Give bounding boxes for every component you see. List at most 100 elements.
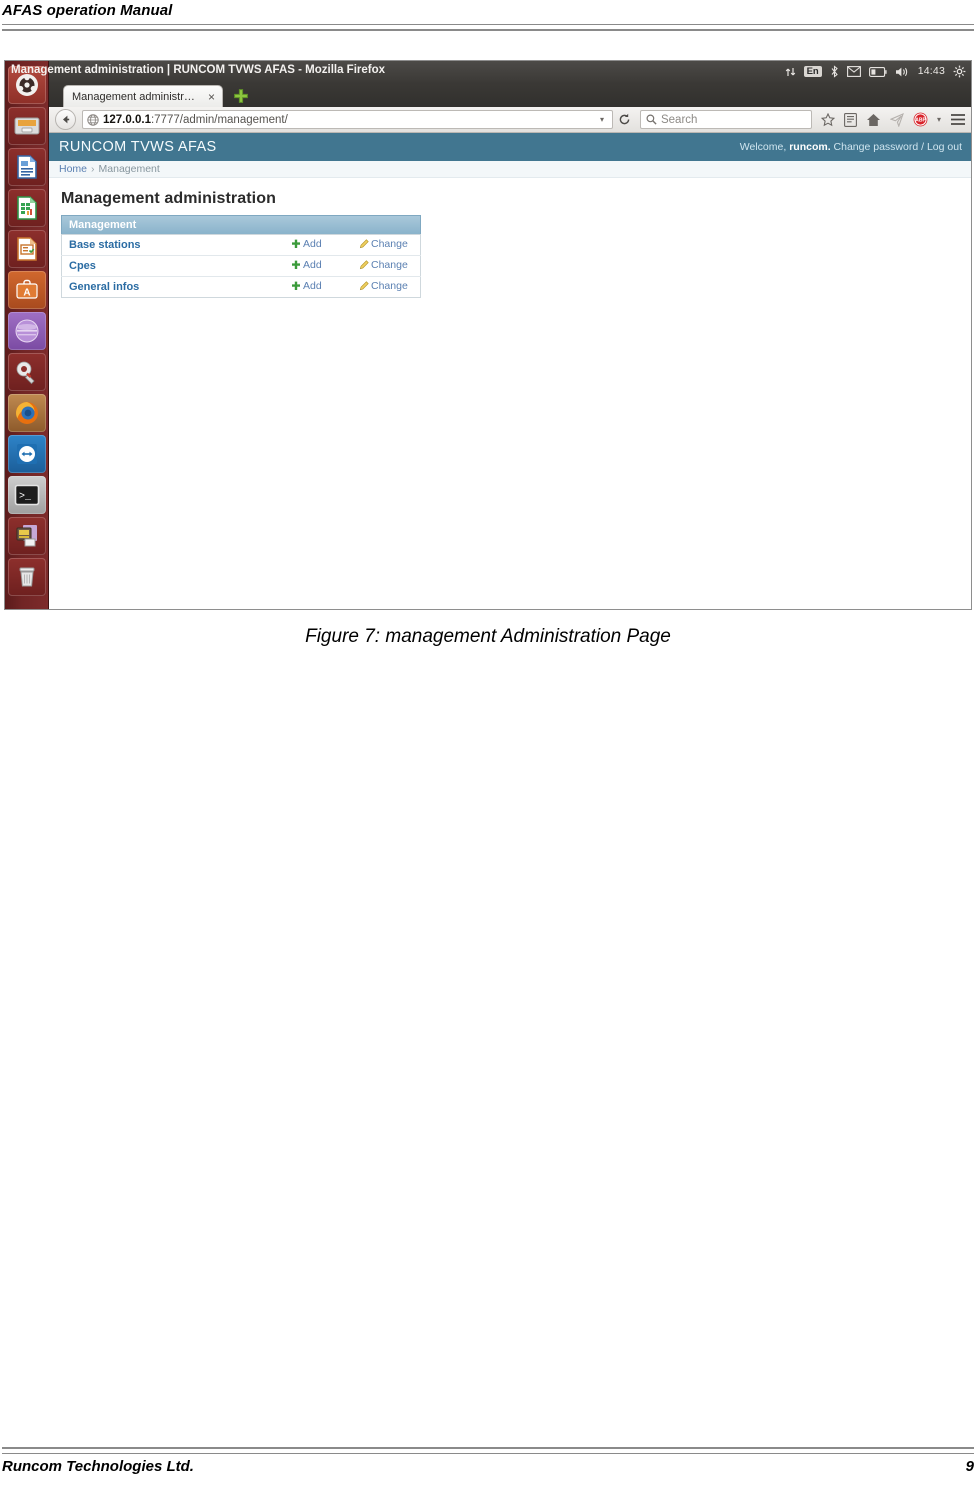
model-name-cell: Cpes <box>61 255 284 277</box>
launcher-item-eclipse[interactable] <box>8 312 46 350</box>
svg-text:>_: >_ <box>19 492 32 503</box>
add-cell: Add <box>284 276 352 298</box>
add-cell: Add <box>284 234 352 256</box>
model-link-general-infos[interactable]: General infos <box>69 281 139 293</box>
search-icon <box>646 114 657 125</box>
search-input[interactable]: Search <box>639 110 812 129</box>
star-icon[interactable] <box>820 112 835 127</box>
firefox-icon <box>14 400 40 426</box>
launcher-item-files[interactable] <box>8 107 46 145</box>
change-password-link[interactable]: Change password <box>834 141 919 153</box>
launcher-item-trash[interactable] <box>8 558 46 596</box>
change-label: Change <box>371 238 408 250</box>
svg-text:A: A <box>23 288 30 299</box>
user-tools-separator: / <box>921 141 925 153</box>
change-link-cpes[interactable]: Change <box>359 259 408 271</box>
menu-icon[interactable] <box>950 113 966 126</box>
firefox-window: Management administration | RUNCOM TVWS … <box>11 61 971 609</box>
reload-button[interactable] <box>613 113 636 126</box>
breadcrumb-home[interactable]: Home <box>59 163 87 175</box>
change-cell: Change <box>352 276 421 298</box>
library-icon[interactable] <box>844 112 857 127</box>
network-up-down-icon[interactable] <box>785 66 796 78</box>
libreoffice-writer-icon <box>14 154 40 180</box>
add-link-cpes[interactable]: Add <box>291 259 322 271</box>
footer-rule <box>2 1447 974 1454</box>
system-clock[interactable]: 14:43 <box>918 66 945 77</box>
bluetooth-icon[interactable] <box>830 65 839 78</box>
model-link-cpes[interactable]: Cpes <box>69 260 96 272</box>
launcher-item-terminal[interactable]: >_ <box>8 476 46 514</box>
eclipse-icon <box>14 318 40 344</box>
keyboard-layout-indicator[interactable]: En <box>803 65 822 78</box>
system-tray: En 14:43 <box>785 63 966 80</box>
model-link-base-stations[interactable]: Base stations <box>69 239 141 251</box>
app-table-caption[interactable]: Management <box>61 215 421 234</box>
send-icon[interactable] <box>889 112 904 127</box>
add-label: Add <box>303 280 322 292</box>
launcher-item-ubuntu-software[interactable]: A <box>8 271 46 309</box>
figure-caption: Figure 7: management Administration Page <box>305 626 671 647</box>
home-icon[interactable] <box>866 113 881 127</box>
ubuntu-software-icon: A <box>14 277 40 303</box>
address-bar[interactable]: 127.0.0.1:7777/admin/management/ ▾ <box>82 110 613 129</box>
change-link-base-stations[interactable]: Change <box>359 238 408 250</box>
table-row: Cpes Add Change <box>61 255 421 277</box>
model-name-cell: Base stations <box>61 234 284 256</box>
launcher-item-libreoffice-writer[interactable] <box>8 148 46 186</box>
pencil-icon <box>359 281 369 291</box>
change-label: Change <box>371 259 408 271</box>
launcher-item-firefox[interactable] <box>8 394 46 432</box>
change-label: Change <box>371 280 408 292</box>
footer-page-number: 9 <box>965 1458 974 1475</box>
change-link-general-infos[interactable]: Change <box>359 280 408 292</box>
breadcrumb-separator: › <box>91 163 95 175</box>
tab-close-icon[interactable]: × <box>205 91 218 103</box>
adblock-dropdown-icon[interactable]: ▾ <box>937 115 941 124</box>
gear-icon[interactable] <box>953 65 966 78</box>
window-titlebar: Management administration | RUNCOM TVWS … <box>11 61 971 82</box>
management-app-table: Management Base stations Add Change Cpes… <box>61 215 421 298</box>
browser-tab-active[interactable]: Management administr… × <box>63 85 223 107</box>
model-name-cell: General infos <box>61 276 284 298</box>
back-button[interactable] <box>55 109 76 130</box>
breadcrumb: Home › Management <box>49 161 971 178</box>
terminal-icon: >_ <box>14 484 40 506</box>
header-rule <box>2 24 974 31</box>
launcher-item-libreoffice-calc[interactable] <box>8 189 46 227</box>
document-footer: Runcom Technologies Ltd. 9 <box>2 1458 974 1482</box>
add-link-base-stations[interactable]: Add <box>291 238 322 250</box>
navigation-toolbar: 127.0.0.1:7777/admin/management/ ▾ Searc… <box>49 107 971 133</box>
add-plus-icon <box>291 239 301 249</box>
add-label: Add <box>303 238 322 250</box>
launcher-item-libreoffice-impress[interactable] <box>8 230 46 268</box>
screenshot-figure: A >_ Management administration | RUNCOM … <box>4 60 972 610</box>
teamviewer-icon <box>14 441 40 467</box>
add-link-general-infos[interactable]: Add <box>291 280 322 292</box>
battery-icon[interactable] <box>868 66 887 77</box>
mail-icon[interactable] <box>846 66 861 77</box>
system-settings-icon <box>14 359 40 385</box>
username: runcom. <box>789 141 831 153</box>
unity-launcher: A >_ <box>5 61 49 609</box>
volume-icon[interactable] <box>895 66 910 78</box>
launcher-item-system-settings[interactable] <box>8 353 46 391</box>
tab-label: Management administr… <box>72 90 195 103</box>
globe-icon <box>87 113 99 126</box>
adblock-icon[interactable]: ABP <box>913 112 928 127</box>
web-page-content: RUNCOM TVWS AFAS Welcome, runcom. Change… <box>49 133 971 609</box>
logout-link[interactable]: Log out <box>927 141 962 153</box>
app-table-body: Base stations Add Change Cpes Add Change… <box>61 234 421 298</box>
change-cell: Change <box>352 255 421 277</box>
window-title: Management administration | RUNCOM TVWS … <box>11 64 386 76</box>
new-tab-button[interactable] <box>233 88 249 104</box>
launcher-item-media-app[interactable] <box>8 517 46 555</box>
add-cell: Add <box>284 255 352 277</box>
url-host: 127.0.0.1 <box>103 113 151 126</box>
app-brand[interactable]: RUNCOM TVWS AFAS <box>59 139 217 155</box>
chevron-down-icon[interactable]: ▾ <box>596 115 608 124</box>
footer-company: Runcom Technologies Ltd. <box>2 1458 194 1475</box>
launcher-item-teamviewer[interactable] <box>8 435 46 473</box>
trash-icon <box>15 565 39 589</box>
search-placeholder: Search <box>660 113 698 126</box>
